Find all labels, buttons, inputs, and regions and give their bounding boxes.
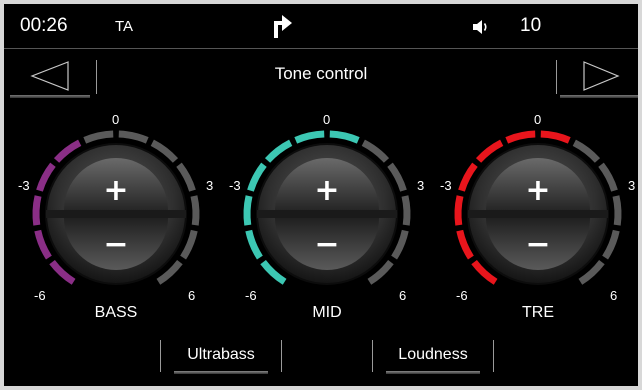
page-title: Tone control [274,64,368,83]
bass-knob-split [46,210,186,218]
mid-scale-left: -3 [229,178,241,193]
tre-scale-bottom-right: 6 [610,288,618,303]
prev-button-underline [10,95,90,98]
turn-right-icon [274,15,292,38]
mid-scale-top: 0 [323,112,331,127]
bass-knob-label: BASS [94,304,138,321]
bass-scale-left: -3 [18,178,30,193]
tre-level-segment [454,195,464,226]
next-button-underline [560,95,638,98]
tre-scale-right: 3 [628,178,636,193]
tre-level-segment [456,229,474,260]
tre-knob-split [468,210,608,218]
mid-scale-bottom-right: 6 [399,288,407,303]
tre-scale-top: 0 [534,112,542,127]
bass-decrease-button[interactable] [64,218,168,270]
next-button[interactable] [560,56,638,98]
bass-level-segment [34,229,52,260]
speaker-icon [473,20,487,34]
mid-level-segment [294,130,325,144]
screen: 00:26 TA 10 Tone control + −0 -3 3 -6 6 BASS [4,4,638,386]
tre-level-segment [612,195,622,226]
tre-level-segment [602,229,620,260]
mid-knob-split [257,210,397,218]
mid-knob: + −0 -3 3 -6 6 MID [227,110,427,330]
mid-level-segment [243,195,253,226]
ultrabass-button[interactable]: Ultrabass [160,340,282,374]
mid-scale-bottom-left: -6 [245,288,257,303]
bass-level-segment [190,195,200,226]
mid-level-segment [401,195,411,226]
divider [4,48,638,49]
tre-level-segment [540,130,571,144]
tre-level-segment [505,130,536,144]
volume-level: 10 [520,15,542,36]
tre-decrease-button[interactable] [486,218,590,270]
tre-scale-bottom-left: -6 [456,288,468,303]
ultrabass-underline [174,371,268,374]
loudness-label: Loudness [398,346,468,363]
mid-level-segment [329,130,360,144]
bass-scale-top: 0 [112,112,120,127]
bass-level-segment [118,130,149,144]
tre-increase-button[interactable] [486,158,590,210]
bass-scale-right: 3 [206,178,214,193]
mid-increase-button[interactable] [275,158,379,210]
divider [281,340,282,372]
bass-level-segment [180,229,198,260]
status-bar: 00:26 TA 10 [4,4,638,48]
loudness-button[interactable]: Loudness [372,340,494,374]
tre-scale-left: -3 [440,178,452,193]
bass-level-segment [83,130,114,144]
mid-scale-right: 3 [417,178,425,193]
bass-knob: + −0 -3 3 -6 6 BASS [16,110,216,330]
bass-scale-bottom-left: -6 [34,288,46,303]
mid-knob-label: MID [312,304,342,321]
tre-knob-label: TRE [522,304,554,321]
tre-knob: + −0 -3 3 -6 6 TRE [438,110,638,330]
ta-indicator: TA [115,18,134,35]
divider [556,60,557,94]
right-arrow-icon [583,61,620,91]
mid-level-segment [391,229,409,260]
mid-level-segment [245,229,263,260]
clock: 00:26 [20,15,68,36]
ultrabass-label: Ultrabass [187,346,255,363]
bass-scale-bottom-right: 6 [188,288,196,303]
divider [493,340,494,372]
bass-increase-button[interactable] [64,158,168,210]
bass-level-segment [32,195,42,226]
mid-decrease-button[interactable] [275,218,379,270]
loudness-underline [386,371,480,374]
